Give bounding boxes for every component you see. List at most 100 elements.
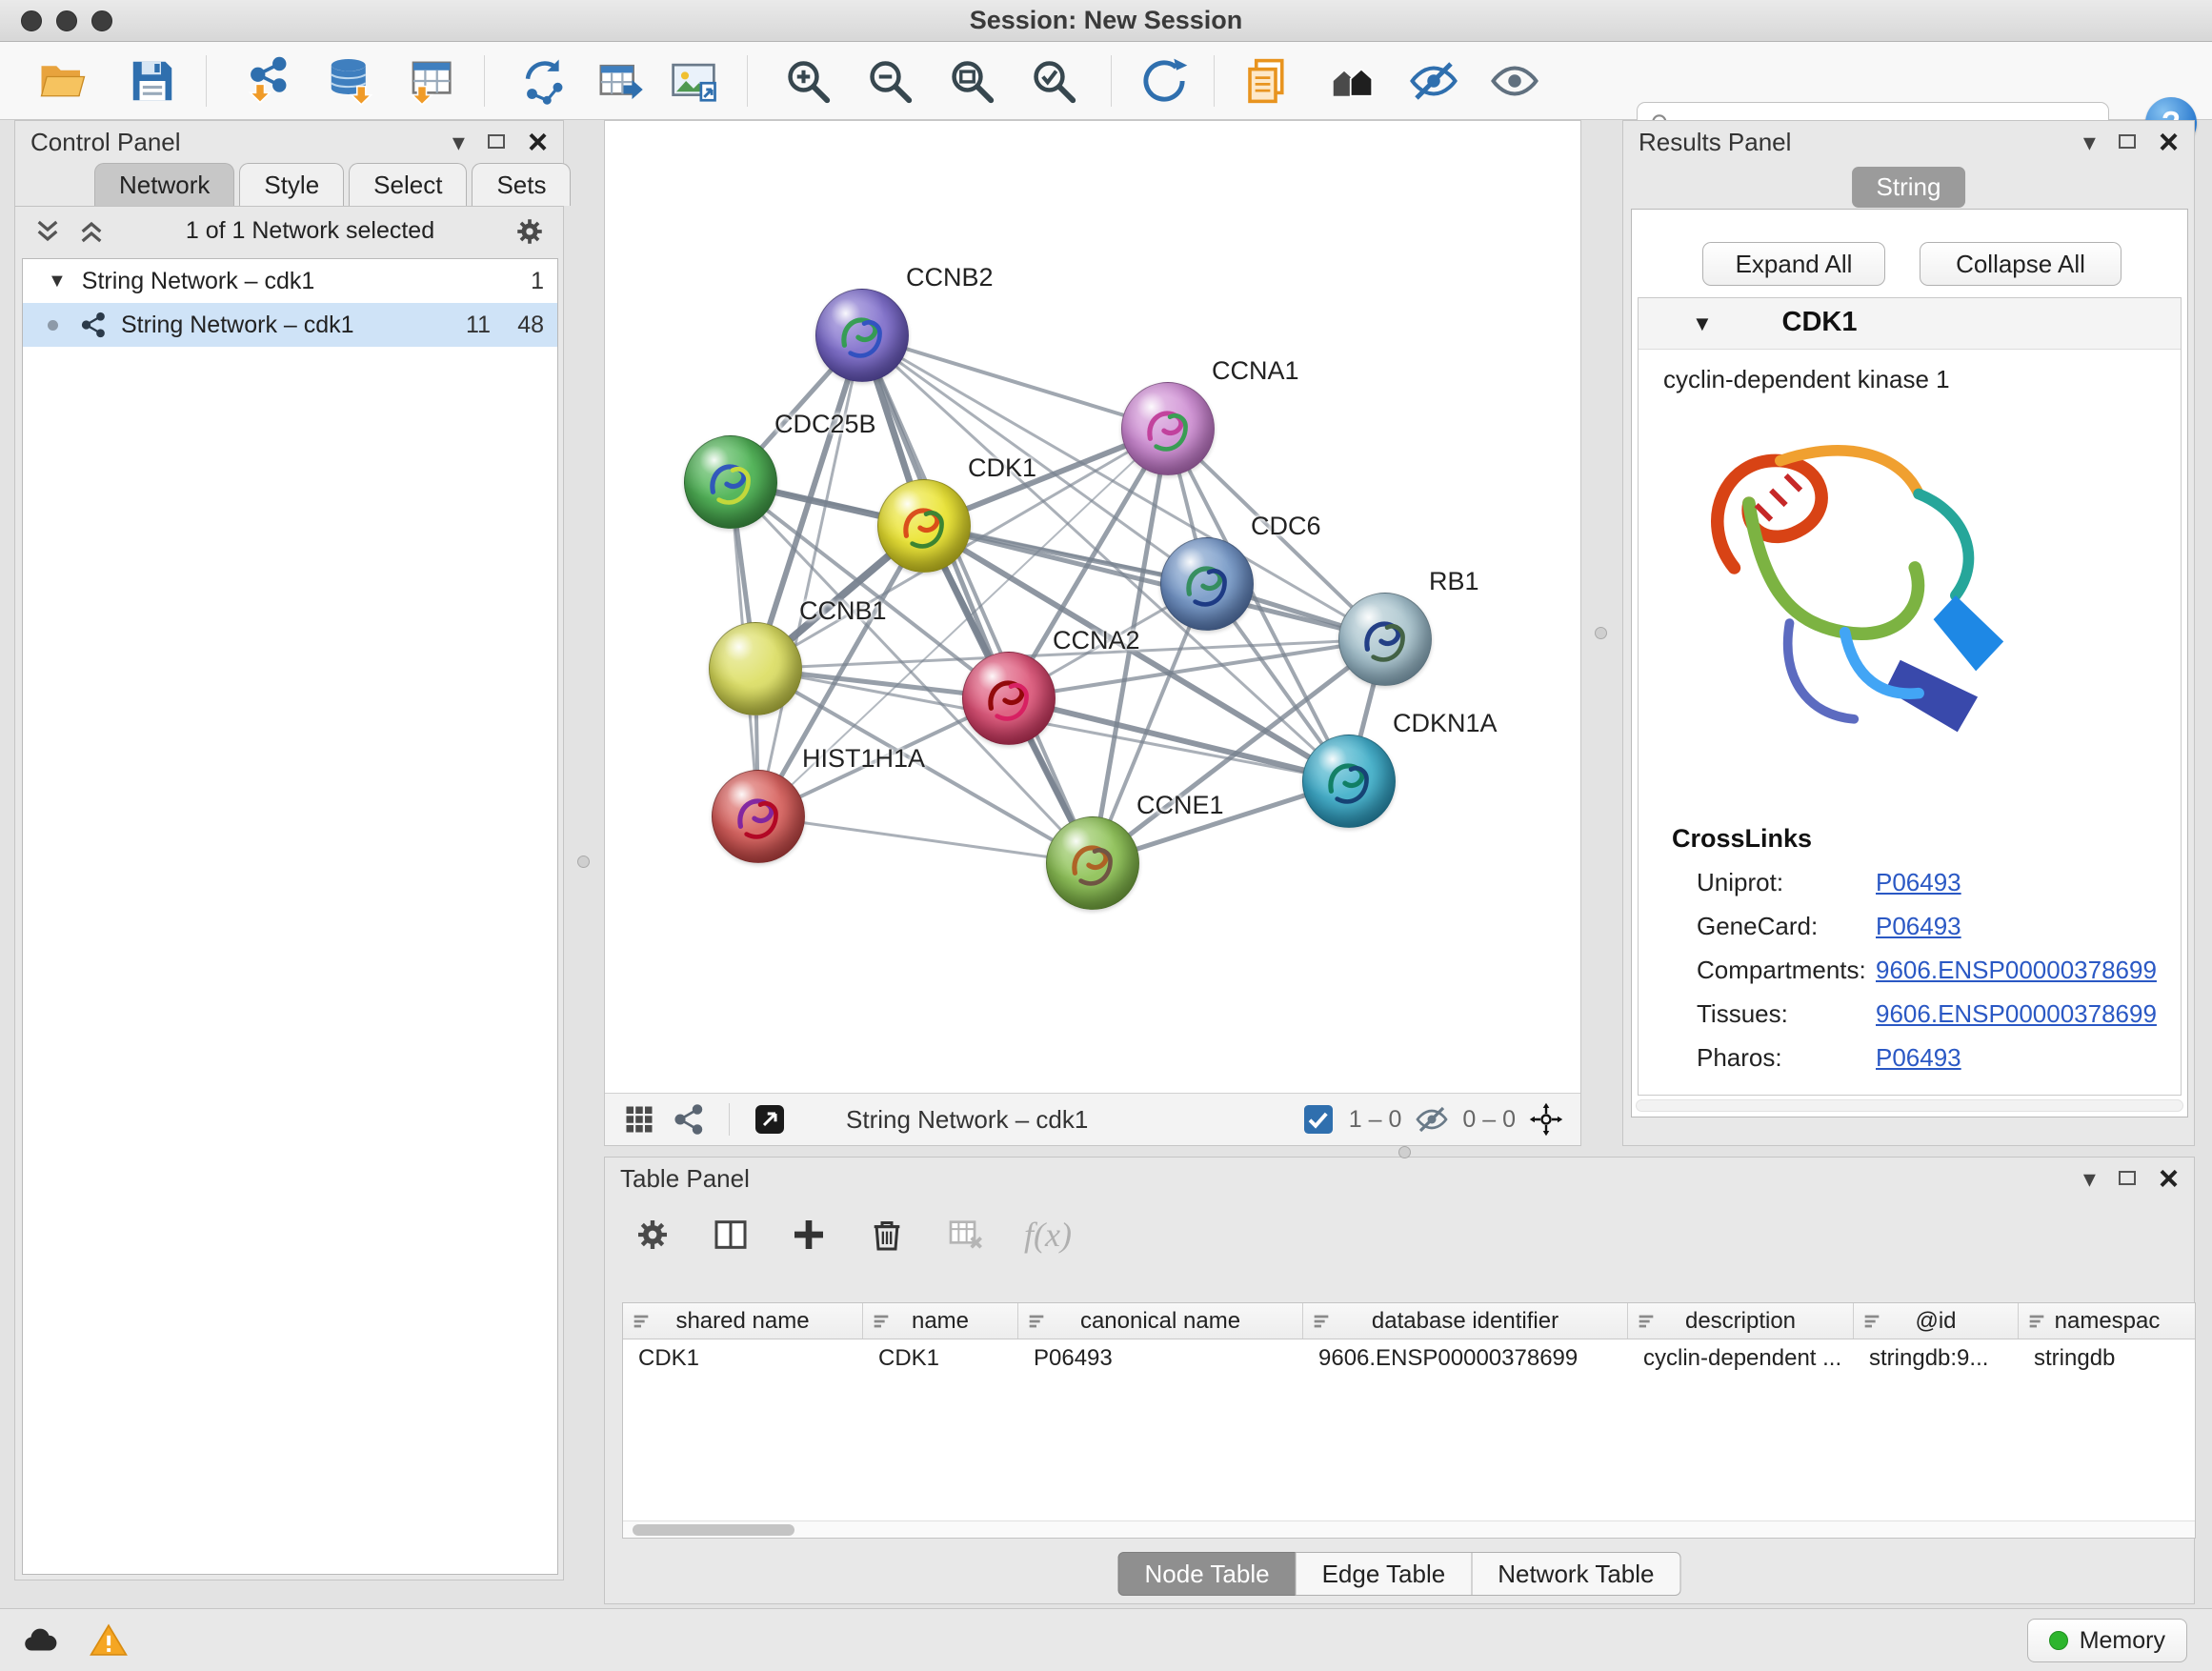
zoom-in-icon[interactable] <box>780 53 835 109</box>
network-collection-row[interactable]: ▼ String Network – cdk1 1 <box>23 259 557 303</box>
table-row[interactable]: CDK1CDK1P064939606.ENSP00000378699cyclin… <box>623 1339 2195 1378</box>
table-horizontal-scrollbar[interactable] <box>623 1520 2195 1538</box>
new-table-icon[interactable] <box>592 53 647 109</box>
close-panel-icon[interactable]: × <box>2159 129 2179 156</box>
table-cell: stringdb:9... <box>1854 1339 2019 1378</box>
close-panel-icon[interactable]: × <box>528 129 548 156</box>
documentation-icon[interactable] <box>1239 53 1295 109</box>
table-options-gear-icon[interactable] <box>633 1216 672 1254</box>
close-window-button[interactable] <box>21 10 42 31</box>
network-row[interactable]: String Network – cdk1 11 48 <box>23 303 557 347</box>
zoom-out-icon[interactable] <box>862 53 917 109</box>
crosslink-value-link[interactable]: 9606.ENSP00000378699 <box>1876 956 2157 985</box>
export-image-icon[interactable] <box>666 53 721 109</box>
network-options-gear-icon[interactable] <box>513 215 546 248</box>
crosslink-value-link[interactable]: P06493 <box>1876 868 1961 897</box>
network-node-CCNB2[interactable] <box>815 289 909 382</box>
results-horizontal-scrollbar[interactable] <box>1636 1099 2183 1112</box>
scrollbar-thumb[interactable] <box>633 1524 794 1536</box>
crosslink-value-link[interactable]: 9606.ENSP00000378699 <box>1876 999 2157 1029</box>
crosslink-value-link[interactable]: P06493 <box>1876 1043 1961 1073</box>
gene-entry-header[interactable]: ▼ CDK1 <box>1639 298 2181 350</box>
column-header--id[interactable]: @id <box>1854 1303 2019 1339</box>
expand-all-button[interactable]: Expand All <box>1702 242 1885 286</box>
minimize-window-button[interactable] <box>56 10 77 31</box>
tab-node-table[interactable]: Node Table <box>1118 1552 1297 1596</box>
pan-crosshair-icon[interactable] <box>1529 1102 1563 1137</box>
tab-select[interactable]: Select <box>349 163 467 206</box>
hidden-eye-slash-icon[interactable] <box>1415 1102 1449 1137</box>
zoom-selected-icon[interactable] <box>1026 53 1081 109</box>
node-table-header: shared namenamecanonical namedatabase id… <box>623 1303 2195 1339</box>
protein-structure-glyph <box>831 304 894 367</box>
panel-menu-icon[interactable]: ▾ <box>452 130 465 154</box>
tab-style[interactable]: Style <box>239 163 344 206</box>
network-canvas[interactable]: CCNB2CCNA1CDC25BCDK1CDC6RB1CCNB1CCNA2CDK… <box>605 121 1580 1093</box>
network-node-CDC6[interactable] <box>1160 537 1254 631</box>
open-session-icon[interactable] <box>35 53 90 109</box>
column-header-name[interactable]: name <box>863 1303 1018 1339</box>
tab-network[interactable]: Network <box>94 163 234 206</box>
protein-structure-glyph <box>1354 608 1417 671</box>
network-node-RB1[interactable] <box>1338 593 1432 686</box>
birds-eye-view-icon[interactable] <box>622 1102 656 1137</box>
function-builder-icon[interactable]: f(x) <box>1024 1215 1072 1255</box>
save-session-icon[interactable] <box>125 53 180 109</box>
collapse-entry-icon[interactable]: ▼ <box>1692 312 1713 336</box>
new-network-icon[interactable] <box>517 53 573 109</box>
column-header-namespac[interactable]: namespac <box>2019 1303 2196 1339</box>
network-edges <box>605 121 1580 1093</box>
column-header-shared-name[interactable]: shared name <box>623 1303 863 1339</box>
tab-string[interactable]: String <box>1852 167 1966 208</box>
cloud-status-icon[interactable] <box>13 1619 67 1662</box>
selected-checkbox-icon[interactable] <box>1301 1102 1336 1137</box>
import-network-file-icon[interactable] <box>241 53 296 109</box>
footer-counts: 1 – 0 0 – 0 <box>1301 1102 1563 1137</box>
network-node-CDK1[interactable] <box>877 479 971 573</box>
hide-graphics-details-icon[interactable] <box>1406 53 1461 109</box>
network-node-CCNE1[interactable] <box>1046 816 1139 910</box>
float-panel-icon[interactable] <box>2119 1171 2136 1185</box>
float-panel-icon[interactable] <box>2119 134 2136 149</box>
crosslink-value-link[interactable]: P06493 <box>1876 912 1961 941</box>
external-link-icon[interactable] <box>753 1102 787 1137</box>
tab-network-table[interactable]: Network Table <box>1471 1552 1680 1596</box>
delete-table-icon[interactable] <box>946 1216 984 1254</box>
expand-all-icon[interactable] <box>76 216 107 247</box>
network-node-CCNA2[interactable] <box>962 652 1056 745</box>
warning-icon[interactable] <box>82 1619 135 1662</box>
delete-column-icon[interactable] <box>868 1216 906 1254</box>
column-header-canonical-name[interactable]: canonical name <box>1018 1303 1303 1339</box>
show-columns-icon[interactable] <box>712 1216 750 1254</box>
zoom-window-button[interactable] <box>91 10 112 31</box>
memory-button[interactable]: Memory <box>2027 1619 2187 1662</box>
column-header-description[interactable]: description <box>1628 1303 1854 1339</box>
apply-layout-icon[interactable] <box>1136 53 1192 109</box>
add-column-icon[interactable] <box>790 1216 828 1254</box>
vertical-splitter-handle[interactable] <box>577 856 590 868</box>
network-node-CCNB1[interactable] <box>709 622 802 715</box>
network-node-HIST1H1A[interactable] <box>712 770 805 863</box>
network-graphic-icon[interactable] <box>672 1102 706 1137</box>
collapse-all-icon[interactable] <box>32 216 63 247</box>
tab-sets[interactable]: Sets <box>472 163 571 206</box>
float-panel-icon[interactable] <box>488 134 505 149</box>
network-node-CDKN1A[interactable] <box>1302 735 1396 828</box>
import-network-database-icon[interactable] <box>323 53 378 109</box>
home-icon[interactable] <box>1325 53 1380 109</box>
show-graphics-details-icon[interactable] <box>1487 53 1542 109</box>
window-title: Session: New Session <box>970 6 1243 35</box>
tab-edge-table[interactable]: Edge Table <box>1296 1552 1473 1596</box>
panel-menu-icon[interactable]: ▾ <box>2083 130 2096 154</box>
close-panel-icon[interactable]: × <box>2159 1165 2179 1193</box>
network-node-CDC25B[interactable] <box>684 435 777 529</box>
network-node-CCNA1[interactable] <box>1121 382 1215 475</box>
collapse-all-button[interactable]: Collapse All <box>1920 242 2122 286</box>
import-table-file-icon[interactable] <box>403 53 458 109</box>
panel-menu-icon[interactable]: ▾ <box>2083 1166 2096 1191</box>
horizontal-splitter-handle[interactable] <box>1398 1146 1411 1158</box>
column-header-database-identifier[interactable]: database identifier <box>1303 1303 1628 1339</box>
tree-expand-icon[interactable]: ▼ <box>48 271 67 292</box>
vertical-splitter-handle[interactable] <box>1595 627 1607 639</box>
zoom-fit-icon[interactable] <box>944 53 999 109</box>
